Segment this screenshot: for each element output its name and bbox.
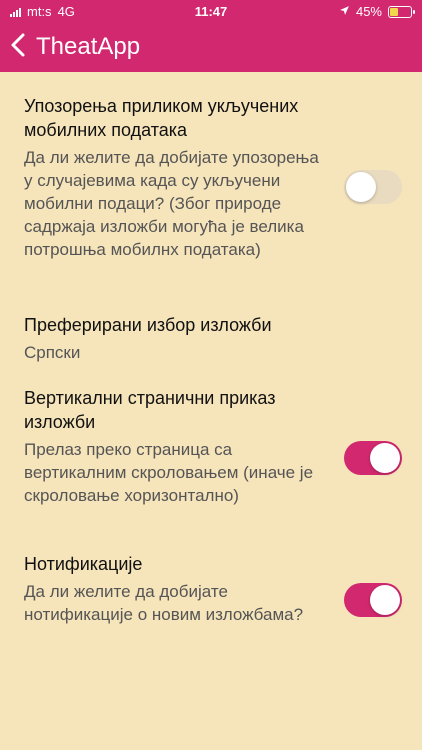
setting-value: Српски [24, 343, 81, 362]
vertical-paging-toggle[interactable] [344, 441, 402, 475]
location-arrow-icon [339, 4, 350, 19]
setting-description: Да ли желите да добијате нотификације о … [24, 582, 304, 624]
setting-description: Прелаз преко страница са вертикалним скр… [24, 440, 314, 505]
mobile-data-warning-toggle[interactable] [344, 170, 402, 204]
status-bar: mt:s 4G 11:47 45% [0, 0, 422, 24]
battery-fill [390, 7, 398, 16]
toggle-knob [346, 172, 376, 202]
chevron-left-icon [11, 33, 25, 57]
battery-percent: 45% [355, 4, 382, 19]
setting-title: Нотификације [24, 554, 143, 574]
app-title: TheatApp [36, 33, 141, 60]
nav-bar: TheatApp [0, 24, 422, 72]
battery-icon [388, 5, 415, 18]
setting-preferred-exhibitions[interactable]: Преферирани избор изложби Српски [24, 313, 404, 364]
back-button[interactable] [10, 32, 26, 63]
settings-list: Упозорења приликом укључених мобилних по… [0, 72, 422, 750]
toggle-knob [370, 443, 400, 473]
toggle-knob [370, 585, 400, 615]
setting-title: Вертикални странични приказ изложби [24, 388, 276, 432]
notifications-toggle[interactable] [344, 583, 402, 617]
setting-title: Преферирани избор изложби [24, 315, 272, 335]
setting-description: Да ли желите да добијате упозорења у слу… [24, 148, 319, 259]
setting-title: Упозорења приликом укључених мобилних по… [24, 96, 299, 140]
status-right: 45% [339, 4, 415, 19]
